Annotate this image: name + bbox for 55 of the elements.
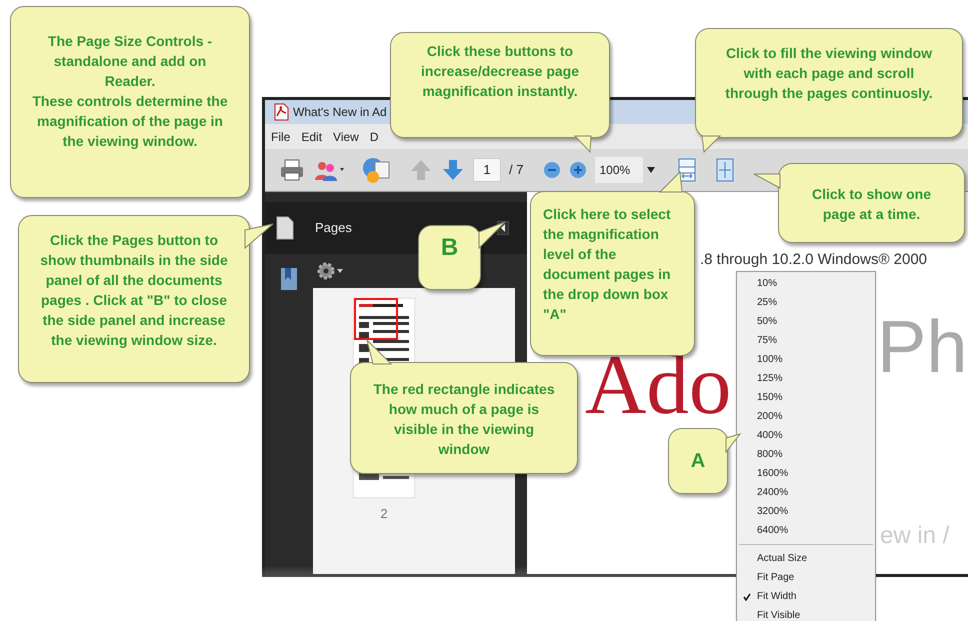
- zoom-out-icon[interactable]: [543, 161, 562, 179]
- menu-item[interactable]: 10%: [737, 274, 875, 293]
- menu-item[interactable]: File: [271, 128, 290, 146]
- callout-pointer: [726, 432, 742, 454]
- pdf-icon: [273, 103, 289, 121]
- menu-item[interactable]: 100%: [737, 350, 875, 369]
- menu-item[interactable]: 125%: [737, 369, 875, 388]
- menu-item[interactable]: 3200%: [737, 502, 875, 521]
- callout: The red rectangle indicates how much of a page is visible in the viewing window: [350, 362, 578, 474]
- document-heading-text: Ph: [877, 310, 968, 384]
- down-arrow-icon[interactable]: [441, 158, 465, 182]
- callout-pointer: [479, 220, 507, 250]
- menu-item[interactable]: 2400%: [737, 483, 875, 502]
- menu-item[interactable]: Edit: [301, 128, 322, 146]
- callout-pointer: [245, 222, 275, 252]
- callout: The Page Size Controls - standalone and add on Reader. These controls determine the magnification of the page in the viewing window.: [10, 6, 250, 198]
- gear-icon[interactable]: [317, 262, 343, 280]
- menu-item[interactable]: 75%: [737, 331, 875, 350]
- menu-item[interactable]: View: [333, 128, 359, 146]
- menu-item[interactable]: 150%: [737, 388, 875, 407]
- menu-item[interactable]: Fit Width: [737, 587, 875, 606]
- single-page-icon[interactable]: [715, 158, 736, 182]
- zoom-in-icon[interactable]: [569, 161, 588, 179]
- callout: B: [418, 225, 481, 290]
- callout: Click these buttons to increase/decrease page magnification instantly.: [390, 32, 610, 138]
- menu-item[interactable]: 50%: [737, 312, 875, 331]
- page-number-label: 2: [380, 505, 388, 523]
- menu-item[interactable]: Fit Page: [737, 568, 875, 587]
- page-count: / 7: [509, 161, 524, 180]
- menu-item[interactable]: 1600%: [737, 464, 875, 483]
- callout: A: [668, 428, 728, 494]
- zoom-field[interactable]: 100%: [595, 157, 644, 183]
- menu-item[interactable]: 25%: [737, 293, 875, 312]
- callout: Click to show one page at a time.: [778, 163, 965, 243]
- document-text: .8 through 10.2.0 Windows® 2000: [700, 252, 928, 268]
- callout: Click the Pages button to show thumbnails in the side panel of all the documents pages . Click at "B" to close the side panel and increase the viewing window size.: [18, 215, 250, 383]
- bookmark-icon[interactable]: [279, 266, 299, 292]
- callout: Click to fill the viewing window with each page and scroll through the pages continuosly.: [695, 28, 963, 138]
- menu-item[interactable]: 6400%: [737, 521, 875, 540]
- caret-icon[interactable]: [647, 167, 656, 173]
- menu-item[interactable]: Actual Size: [737, 549, 875, 568]
- callout-pointer: [660, 170, 684, 192]
- window-title: What's New in Ad: [293, 104, 387, 121]
- callout: Click here to select the magnification level of the document pages in the drop down box "A": [530, 191, 695, 356]
- callout-pointer: [365, 340, 393, 364]
- menu-item[interactable]: 200%: [737, 407, 875, 426]
- menu-item[interactable]: D: [370, 128, 378, 146]
- printer-icon[interactable]: [279, 158, 305, 182]
- page-number-field[interactable]: 1: [473, 158, 501, 182]
- menu-item[interactable]: Fit Visible: [737, 606, 875, 621]
- side-panel-title: Pages: [315, 219, 353, 238]
- callout-pointer: [700, 136, 722, 154]
- check-icon: [743, 593, 751, 601]
- scroll-pages-icon[interactable]: [677, 158, 698, 182]
- pages-icon[interactable]: [275, 215, 295, 241]
